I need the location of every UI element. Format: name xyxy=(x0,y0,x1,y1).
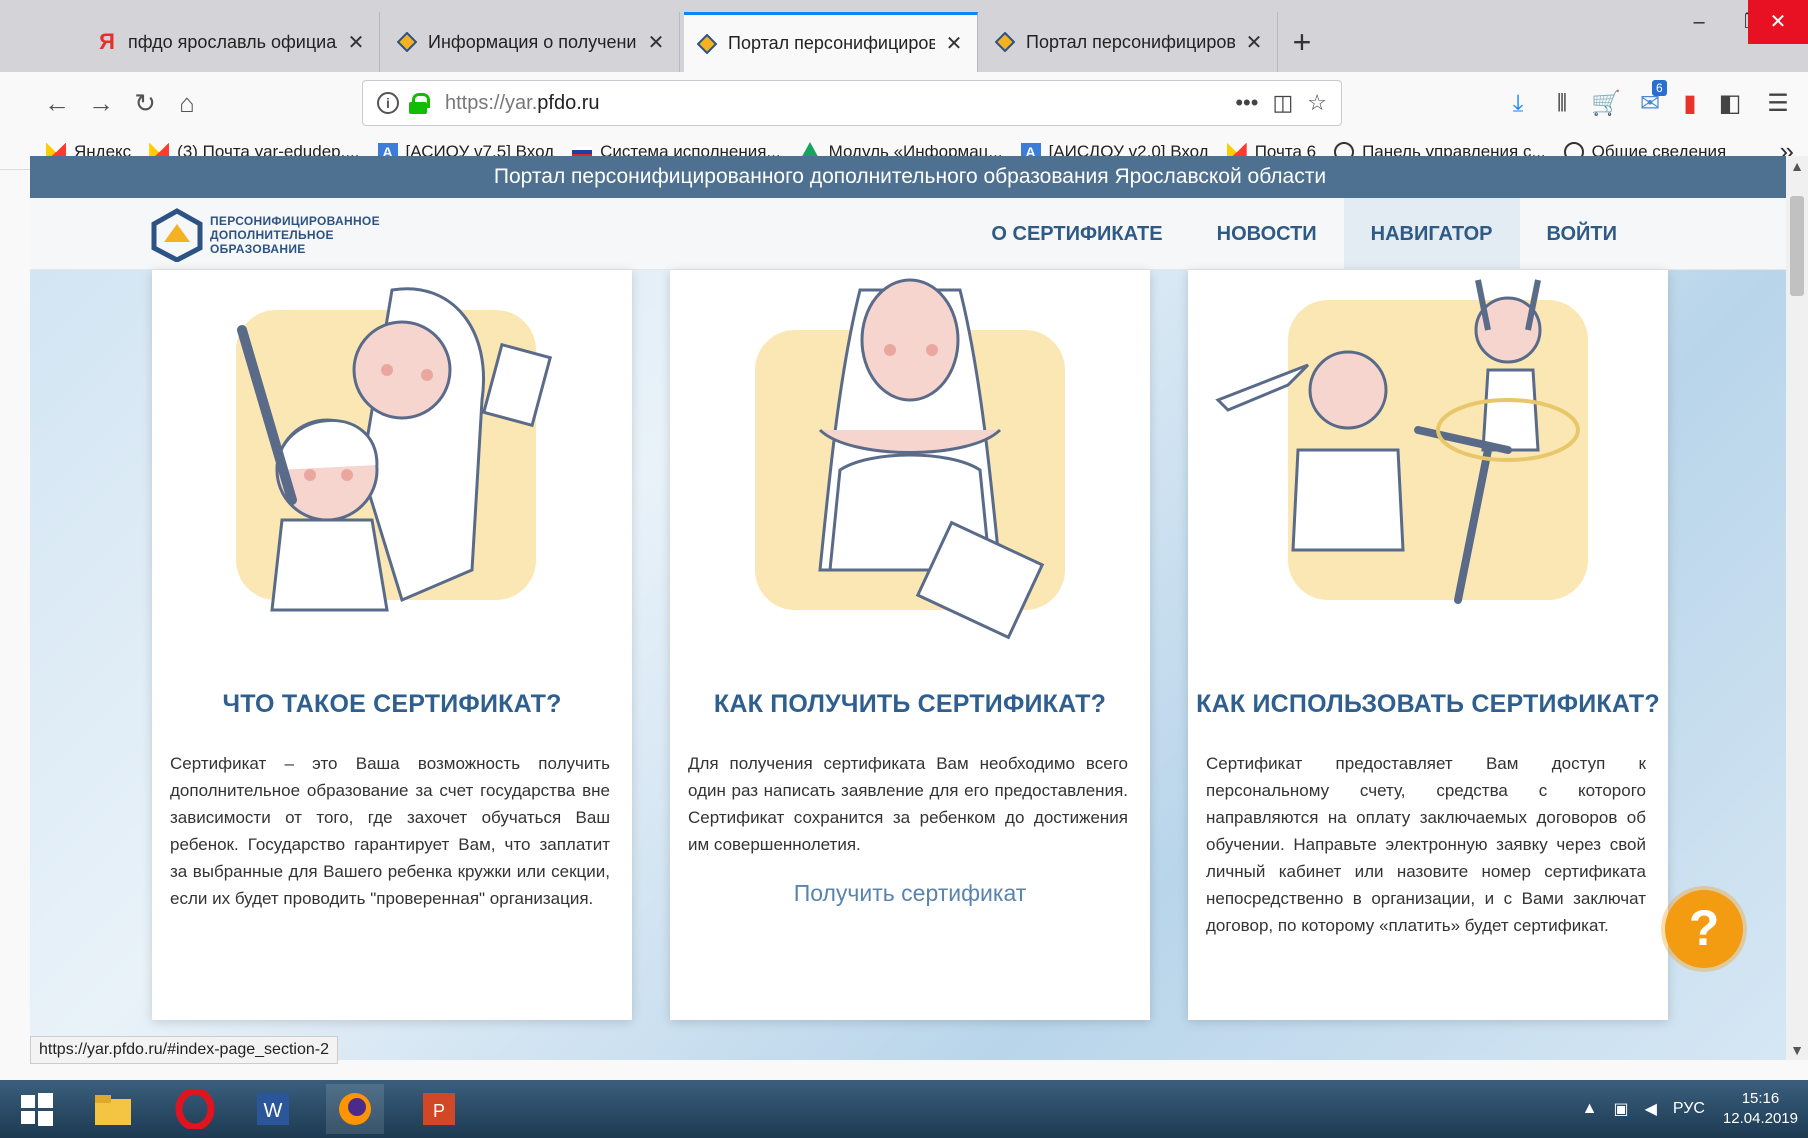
windows-taskbar: W P ▲ ▣ ◀ РУС 15:16 12.04.2019 xyxy=(0,1080,1808,1138)
url-prefix: https://yar. xyxy=(445,91,538,114)
scroll-up-icon[interactable]: ▲ xyxy=(1786,158,1808,174)
tab-title: Портал персонифицированн xyxy=(728,33,935,53)
firefox-icon xyxy=(339,1093,371,1125)
status-url: https://yar.pfdo.ru/#index-page_section-… xyxy=(30,1036,338,1064)
pfdo-icon xyxy=(994,31,1016,53)
scroll-thumb[interactable] xyxy=(1790,196,1804,296)
site-header: ПЕРСОНИФИЦИРОВАННОЕ ДОПОЛНИТЕЛЬНОЕ ОБРАЗ… xyxy=(30,198,1790,270)
logo-mark-icon xyxy=(151,208,203,262)
system-tray: ▲ ▣ ◀ РУС 15:16 12.04.2019 xyxy=(1582,1080,1798,1138)
url-domain: pfdo.ru xyxy=(537,91,600,114)
children-activities-illustration xyxy=(1215,279,1588,604)
logo-line: ПЕРСОНИФИЦИРОВАННОЕ xyxy=(210,214,380,228)
close-icon[interactable]: ✕ xyxy=(645,30,667,55)
bookmark-flag-icon[interactable]: ▮ xyxy=(1672,86,1708,122)
powerpoint-taskbar-button[interactable]: P xyxy=(410,1084,468,1134)
address-bar[interactable]: i https://yar.pfdo.ru ••• ◫ ☆ xyxy=(362,80,1342,126)
language-indicator[interactable]: РУС xyxy=(1673,1100,1705,1118)
card-title: КАК ИСПОЛЬЗОВАТЬ СЕРТИФИКАТ? xyxy=(1196,690,1660,718)
explorer-taskbar-button[interactable] xyxy=(84,1084,142,1134)
card-text: Сертификат предоставляет Вам доступ к пе… xyxy=(1206,754,1646,935)
window-close-icon[interactable]: ✕ xyxy=(1748,0,1808,44)
folder-icon xyxy=(95,1095,131,1125)
download-icon[interactable]: ⤓ xyxy=(1500,86,1536,122)
logo-text: ПЕРСОНИФИЦИРОВАННОЕ ДОПОЛНИТЕЛЬНОЕ ОБРАЗ… xyxy=(210,214,380,256)
pfdo-icon xyxy=(396,31,418,53)
card-title: ЧТО ТАКОЕ СЕРТИФИКАТ? xyxy=(222,690,562,718)
mail-icon[interactable]: ✉ 6 xyxy=(1632,80,1668,122)
mail-badge: 6 xyxy=(1652,80,1667,96)
woman-writing-illustration xyxy=(755,278,1065,640)
logo-line: ОБРАЗОВАНИЕ xyxy=(210,242,306,256)
card-text: Для получения сертификата Вам необходимо… xyxy=(688,754,1128,854)
help-button[interactable]: ? xyxy=(1665,890,1743,968)
clock[interactable]: 15:16 12.04.2019 xyxy=(1723,1089,1798,1129)
home-icon[interactable]: ⌂ xyxy=(166,82,208,124)
opera-taskbar-button[interactable] xyxy=(166,1084,224,1134)
url-text[interactable]: https://yar.pfdo.ru xyxy=(445,92,1235,115)
page-scrollbar[interactable]: ▲ ▼ xyxy=(1786,156,1808,1060)
site-logo[interactable]: ПЕРСОНИФИЦИРОВАННОЕ ДОПОЛНИТЕЛЬНОЕ ОБРАЗ… xyxy=(150,208,380,262)
pocket-icon[interactable]: ◫ xyxy=(1272,90,1293,116)
reload-icon[interactable]: ↻ xyxy=(124,82,166,124)
menu-item-navigator[interactable]: НАВИГАТОР xyxy=(1343,198,1520,270)
word-taskbar-button[interactable]: W xyxy=(244,1084,302,1134)
clock-date: 12.04.2019 xyxy=(1722,1110,1798,1127)
card-what-is-certificate: ЧТО ТАКОЕ СЕРТИФИКАТ? Сертификат – это В… xyxy=(152,270,632,1020)
nav-bar: ← → ↻ ⌂ i https://yar.pfdo.ru ••• ◫ ☆ ⤓ … xyxy=(0,72,1808,134)
tray-expand-icon[interactable]: ▲ xyxy=(1582,1100,1598,1118)
card-how-to-get-certificate: КАК ПОЛУЧИТЬ СЕРТИФИКАТ? Для получения с… xyxy=(670,270,1150,1020)
tab-title: Информация о получении сер xyxy=(428,31,637,52)
firefox-taskbar-button[interactable] xyxy=(326,1084,384,1134)
get-certificate-link[interactable]: Получить сертификат xyxy=(670,880,1150,907)
info-icon[interactable]: i xyxy=(377,92,399,114)
opera-icon xyxy=(175,1089,215,1129)
tab-title: пфдо ярославль официальный xyxy=(128,31,337,52)
start-button[interactable] xyxy=(8,1084,66,1134)
logo-line: ДОПОЛНИТЕЛЬНОЕ xyxy=(210,228,334,242)
close-icon[interactable]: ✕ xyxy=(345,30,367,55)
tab-2[interactable]: Информация о получении сер ✕ xyxy=(384,12,680,72)
powerpoint-icon: P xyxy=(423,1093,455,1125)
menu-item-about-certificate[interactable]: О СЕРТИФИКАТЕ xyxy=(964,198,1189,270)
minimize-icon[interactable]: – xyxy=(1672,0,1726,44)
svg-text:P: P xyxy=(433,1101,445,1121)
menu-icon[interactable]: ☰ xyxy=(1760,86,1796,122)
bookmark-star-icon[interactable]: ☆ xyxy=(1307,90,1327,116)
sidebar-icon[interactable]: ◧ xyxy=(1712,86,1748,122)
new-tab-button[interactable]: + xyxy=(1282,14,1322,70)
close-icon[interactable]: ✕ xyxy=(1243,30,1265,55)
card-how-to-use-certificate: КАК ИСПОЛЬЗОВАТЬ СЕРТИФИКАТ? Сертификат … xyxy=(1188,270,1668,1020)
page-viewport: Портал персонифицированного дополнительн… xyxy=(30,156,1790,1060)
tab-bar: Я пфдо ярославль официальный ✕ Информаци… xyxy=(0,0,1808,72)
windows-icon xyxy=(21,1093,53,1126)
network-icon[interactable]: ▣ xyxy=(1613,1099,1628,1119)
library-icon[interactable]: ⫴ xyxy=(1544,86,1580,122)
menu-item-news[interactable]: НОВОСТИ xyxy=(1190,198,1344,270)
cart-icon[interactable]: 🛒 xyxy=(1588,86,1624,122)
tab-title: Портал персонифицированн xyxy=(1026,31,1235,52)
page-actions-icon[interactable]: ••• xyxy=(1235,90,1258,116)
card-title: КАК ПОЛУЧИТЬ СЕРТИФИКАТ? xyxy=(713,690,1107,718)
lock-icon xyxy=(409,93,430,114)
pfdo-icon xyxy=(696,33,718,55)
tab-1[interactable]: Я пфдо ярославль официальный ✕ xyxy=(84,12,380,72)
browser-window: Я пфдо ярославль официальный ✕ Информаци… xyxy=(0,0,1808,1080)
volume-icon[interactable]: ◀ xyxy=(1645,1099,1657,1119)
menu-item-login[interactable]: ВОЙТИ xyxy=(1520,198,1644,270)
svg-text:W: W xyxy=(264,1100,283,1122)
card-text: Сертификат – это Ваша возможность получи… xyxy=(170,754,610,908)
mother-child-illustration xyxy=(236,287,553,612)
tab-4[interactable]: Портал персонифицированн ✕ xyxy=(982,12,1278,72)
clock-time: 15:16 xyxy=(1741,1090,1780,1107)
scroll-down-icon[interactable]: ▼ xyxy=(1786,1042,1808,1058)
portal-banner: Портал персонифицированного дополнительн… xyxy=(30,156,1790,198)
main-menu: О СЕРТИФИКАТЕ НОВОСТИ НАВИГАТОР ВОЙТИ xyxy=(964,198,1644,270)
forward-icon[interactable]: → xyxy=(80,82,122,124)
back-icon[interactable]: ← xyxy=(36,82,78,124)
yandex-icon: Я xyxy=(99,29,115,54)
word-icon: W xyxy=(257,1093,289,1125)
tab-3[interactable]: Портал персонифицированн ✕ xyxy=(684,12,978,72)
close-icon[interactable]: ✕ xyxy=(943,31,965,56)
